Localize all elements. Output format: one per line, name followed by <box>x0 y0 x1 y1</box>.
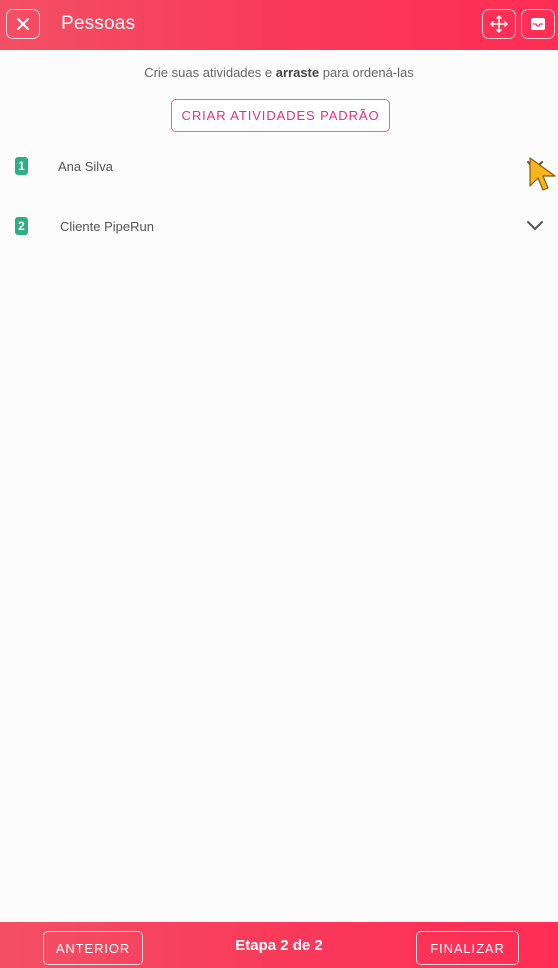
activity-row[interactable]: 1 Ana Silva <box>0 146 558 186</box>
page-title: Pessoas <box>61 13 136 34</box>
move-arrows-icon <box>490 15 508 33</box>
create-default-activities-button[interactable]: CRIAR ATIVIDADES PADRÃO <box>171 99 390 132</box>
instruction-bold: arraste <box>275 65 320 80</box>
close-icon <box>17 18 29 30</box>
chevron-down-icon[interactable] <box>526 219 544 233</box>
move-button[interactable] <box>482 9 516 39</box>
instruction-text: Crie suas atividades e arraste para orde… <box>0 65 558 80</box>
activity-label: Ana Silva <box>58 159 113 174</box>
activity-row[interactable]: 2 Cliente PipeRun <box>0 206 558 246</box>
activity-label: Cliente PipeRun <box>60 219 154 234</box>
top-bar: Pessoas <box>0 0 558 50</box>
activity-number-badge: 1 <box>15 157 28 175</box>
bottom-bar: ANTERIOR Etapa 2 de 2 FINALIZAR <box>0 922 558 968</box>
activity-number-badge: 2 <box>15 217 28 235</box>
finish-button[interactable]: FINALIZAR <box>416 931 519 965</box>
close-button[interactable] <box>6 9 40 39</box>
instruction-suffix: para ordená-las <box>322 65 414 80</box>
instruction-prefix: Crie suas atividades e <box>144 65 273 80</box>
chevron-down-icon[interactable] <box>526 159 544 173</box>
inbox-button[interactable] <box>521 9 555 39</box>
inbox-icon <box>531 18 545 30</box>
